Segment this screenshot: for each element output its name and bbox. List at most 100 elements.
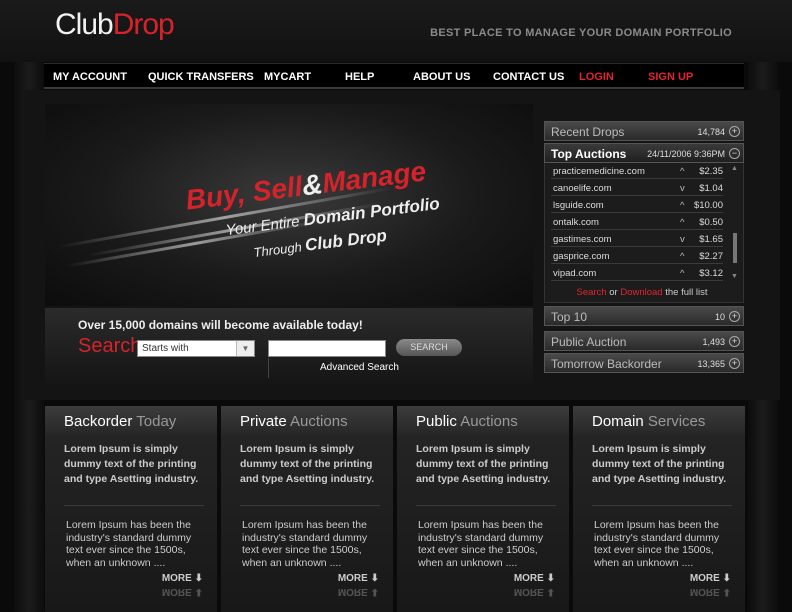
trend-arrow: v — [680, 234, 685, 245]
search-button[interactable]: SEARCH — [396, 339, 462, 356]
nav-login[interactable]: LOGIN — [579, 71, 614, 83]
arrow-down-icon: ⬇ — [546, 586, 555, 597]
search-label: Search — [78, 335, 142, 357]
more-link[interactable]: MORE ⬇ — [162, 573, 203, 584]
top-auctions-label: Top Auctions — [551, 147, 627, 161]
list-item[interactable]: lsguide.com ^ $10.00 — [551, 197, 723, 213]
more-label: MORE — [689, 573, 720, 584]
auction-price: $10.00 — [693, 200, 723, 211]
top-auctions-date: 24/11/2006 9:36PM — [647, 149, 725, 159]
column-title[interactable]: Private Auctions — [221, 406, 393, 436]
list-item[interactable]: vipad.com ^ $3.12 — [551, 265, 723, 281]
minus-icon[interactable]: − — [729, 148, 740, 159]
scroll-thumb[interactable] — [733, 233, 737, 263]
recent-drops-count: 14,784 — [697, 127, 725, 137]
nav-mycart[interactable]: MYCART — [264, 71, 311, 83]
arrow-down-icon: ⬇ — [370, 586, 379, 597]
column-body: Lorem Ipsum has been the industry's stan… — [594, 519, 720, 569]
column-summary: Lorem Ipsum is simply dummy text of the … — [416, 443, 551, 485]
auction-price: $0.50 — [699, 217, 723, 228]
recent-drops-label: Recent Drops — [551, 125, 625, 139]
list-item[interactable]: gasprice.com ^ $2.27 — [551, 248, 723, 264]
public-auction-label: Public Auction — [551, 335, 627, 349]
column-title-a: Public — [416, 413, 457, 430]
more-link[interactable]: MORE ⬇ — [338, 573, 379, 584]
arrow-down-icon: ⬇ — [722, 573, 731, 584]
more-label: MORE — [689, 586, 720, 597]
list-item[interactable]: practicemedicine.com ^ $2.35 — [551, 163, 723, 179]
full-list-rest: the full list — [665, 287, 708, 298]
column-title[interactable]: Backorder Today — [45, 406, 217, 436]
tomorrow-backorder-bar[interactable]: Tomorrow Backorder 13,365 + — [544, 353, 744, 373]
nav-about-us[interactable]: ABOUT US — [413, 71, 470, 83]
search-input[interactable] — [268, 340, 386, 357]
more-label: MORE — [161, 586, 192, 597]
full-list-download-link[interactable]: Download — [620, 287, 662, 298]
top10-bar[interactable]: Top 10 10 + — [544, 306, 744, 326]
auction-domain: canoelife.com — [553, 183, 612, 194]
advanced-search-link[interactable]: Advanced Search — [320, 362, 399, 373]
trend-arrow: ^ — [680, 251, 685, 262]
trend-arrow: ^ — [680, 200, 685, 211]
auction-price: $3.12 — [699, 268, 723, 279]
nav-my-account[interactable]: MY ACCOUNT — [53, 71, 127, 83]
trend-arrow: ^ — [680, 217, 685, 228]
search-mode-select[interactable]: Starts with ▼ — [137, 340, 255, 357]
plus-icon[interactable]: + — [729, 336, 740, 347]
column-public-auctions: Public Auctions Lorem Ipsum is simply du… — [397, 406, 569, 612]
recent-drops-bar[interactable]: Recent Drops 14,784 + — [544, 121, 744, 141]
plus-icon[interactable]: + — [729, 358, 740, 369]
column-body: Lorem Ipsum has been the industry's stan… — [66, 519, 192, 569]
divider — [592, 505, 732, 506]
auction-domain: gasprice.com — [553, 251, 610, 262]
column-private-auctions: Private Auctions Lorem Ipsum is simply d… — [221, 406, 393, 612]
plus-icon[interactable]: + — [729, 311, 740, 322]
column-title-a: Domain — [592, 413, 644, 430]
main-nav: MY ACCOUNT QUICK TRANSFERS MYCART HELP A… — [44, 63, 744, 89]
column-title-b: Today — [136, 413, 177, 430]
banner-line3-b: Club Drop — [303, 225, 388, 255]
logo[interactable]: ClubDrop — [55, 8, 175, 42]
scroll-down-icon[interactable]: ▼ — [731, 273, 738, 280]
divider — [240, 505, 380, 506]
public-auction-bar[interactable]: Public Auction 1,493 + — [544, 331, 744, 351]
column-title-b: Auctions — [460, 413, 518, 430]
full-list-search-link[interactable]: Search — [577, 287, 607, 298]
column-title[interactable]: Domain Services — [573, 406, 745, 436]
chevron-down-icon[interactable]: ▼ — [236, 341, 254, 356]
list-item[interactable]: gastimes.com v $1.65 — [551, 231, 723, 247]
column-title-a: Backorder — [64, 413, 133, 430]
auction-price: $2.27 — [699, 251, 723, 262]
divider — [416, 505, 556, 506]
banner-manage: Manage — [320, 155, 428, 199]
top-auctions-bar[interactable]: Top Auctions 24/11/2006 9:36PM − — [544, 143, 744, 163]
divider — [64, 505, 204, 506]
list-item[interactable]: canoelife.com v $1.04 — [551, 180, 723, 196]
list-item[interactable]: ontalk.com ^ $0.50 — [551, 214, 723, 230]
header: ClubDrop BEST PLACE TO MANAGE YOUR DOMAI… — [0, 0, 792, 62]
trend-arrow: ^ — [680, 268, 685, 279]
arrow-down-icon: ⬇ — [370, 573, 379, 584]
plus-icon[interactable]: + — [729, 126, 740, 137]
scroll-up-icon[interactable]: ▲ — [731, 165, 738, 172]
top-auctions-list: practicemedicine.com ^ $2.35 canoelife.c… — [544, 163, 744, 303]
nav-contact-us[interactable]: CONTACT US — [493, 71, 564, 83]
search-headline: Over 15,000 domains will become availabl… — [78, 318, 363, 332]
more-link[interactable]: MORE ⬇ — [514, 573, 555, 584]
full-list-line: Search or Download the full list — [545, 287, 739, 298]
more-link[interactable]: MORE ⬇ — [690, 573, 731, 584]
top10-label: Top 10 — [551, 310, 588, 324]
auction-scrollbar[interactable]: ▲ ▼ — [731, 165, 739, 283]
search-mode-value: Starts with — [142, 343, 189, 354]
nav-sign-up[interactable]: SIGN UP — [648, 71, 693, 83]
public-auction-count: 1,493 — [702, 337, 725, 347]
column-backorder-today: Backorder Today Lorem Ipsum is simply du… — [45, 406, 217, 612]
nav-help[interactable]: HELP — [345, 71, 374, 83]
arrow-down-icon: ⬇ — [194, 573, 203, 584]
nav-quick-transfers[interactable]: QUICK TRANSFERS — [148, 71, 254, 83]
auction-domain: practicemedicine.com — [553, 166, 645, 177]
column-body: Lorem Ipsum has been the industry's stan… — [242, 519, 368, 569]
column-title[interactable]: Public Auctions — [397, 406, 569, 436]
banner-sell: Sell — [250, 170, 305, 208]
trend-arrow: v — [680, 183, 685, 194]
